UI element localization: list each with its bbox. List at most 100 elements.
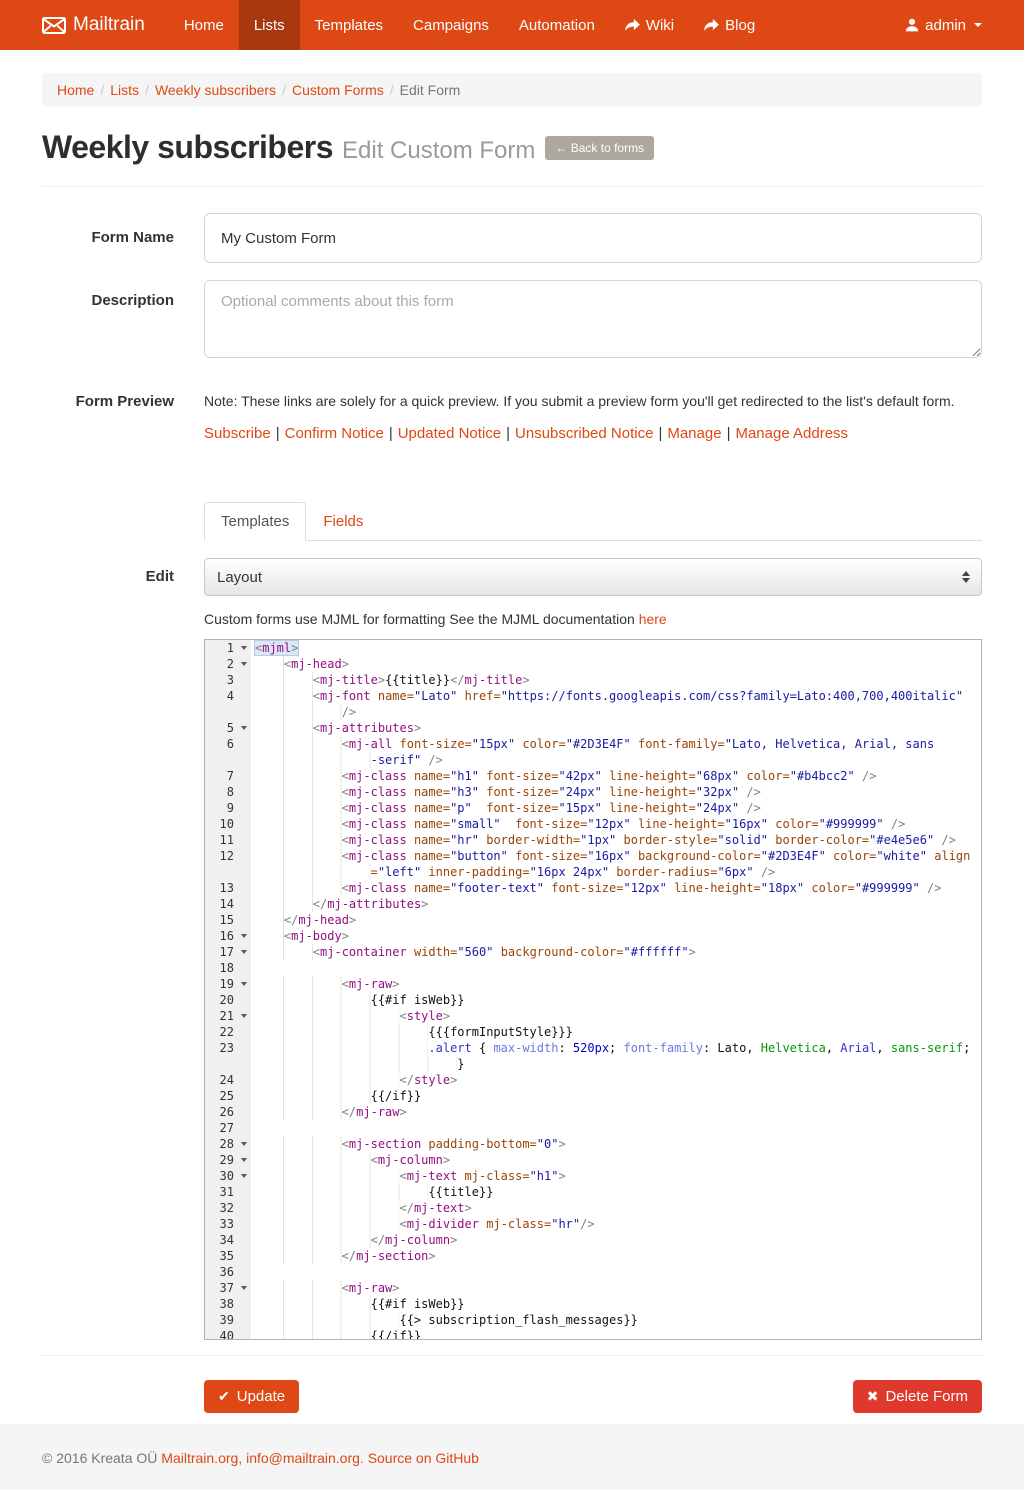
- breadcrumb-item-lists[interactable]: Lists: [110, 82, 139, 98]
- back-to-forms-button[interactable]: ← Back to forms: [545, 136, 654, 160]
- code-line: ="left" inner-padding="16px 24px" border…: [255, 864, 981, 880]
- editor-code: <mjml><mj-head><mj-title>{{title}}</mj-t…: [251, 640, 981, 1340]
- tab-templates[interactable]: Templates: [204, 502, 306, 541]
- token-attr: name=: [414, 881, 450, 895]
- token-attr: padding-bottom=: [428, 1137, 536, 1151]
- footer-link-source-on-github[interactable]: Source on GitHub: [368, 1450, 479, 1466]
- token-str: "#2D3E4F": [761, 849, 826, 863]
- mjml-help-text: Custom forms use MJML for formatting See…: [204, 611, 982, 627]
- token-b: <: [342, 833, 349, 847]
- token-tag: mjml: [262, 641, 291, 655]
- token-b: />: [746, 801, 760, 815]
- token-txt: [457, 1169, 464, 1183]
- token-attr: font-size=: [515, 817, 587, 831]
- preview-link-updated-notice[interactable]: Updated Notice: [398, 425, 501, 442]
- token-b: >: [392, 977, 399, 991]
- token-txt: }: [457, 1057, 464, 1071]
- fold-arrow-icon[interactable]: [241, 982, 247, 986]
- token-txt: [407, 849, 414, 863]
- token-txt: :: [558, 1041, 572, 1055]
- preview-link-manage[interactable]: Manage: [667, 425, 721, 442]
- fold-arrow-icon[interactable]: [241, 646, 247, 650]
- update-button[interactable]: ✔Update: [204, 1380, 299, 1413]
- line-number-20: 20: [205, 992, 251, 1008]
- token-str: "Lato, Helvetica, Arial, sans: [725, 737, 935, 751]
- indent-guide: [255, 1104, 342, 1120]
- token-txt: : Lato,: [703, 1041, 761, 1055]
- breadcrumb-separator: /: [139, 82, 155, 98]
- token-tag: mj-body: [291, 929, 342, 943]
- nav-item-home[interactable]: Home: [169, 0, 239, 50]
- preview-link-manage-address[interactable]: Manage Address: [735, 425, 848, 442]
- breadcrumb-item-weekly-subscribers[interactable]: Weekly subscribers: [155, 82, 276, 98]
- indent-guide: [255, 1008, 399, 1024]
- mjml-docs-link[interactable]: here: [639, 611, 667, 627]
- brand-label: Mailtrain: [73, 14, 145, 36]
- token-str: "#999999": [819, 817, 884, 831]
- token-str: "15px": [472, 737, 515, 751]
- edit-template-select[interactable]: Layout: [204, 558, 982, 596]
- delete-form-button[interactable]: ✖Delete Form: [853, 1380, 982, 1413]
- token-txt: [602, 801, 609, 815]
- line-number-wrap: [205, 1056, 251, 1072]
- fold-arrow-icon[interactable]: [241, 726, 247, 730]
- token-str: "h3": [450, 785, 479, 799]
- line-number-12: 12: [205, 848, 251, 864]
- nav-item-wiki[interactable]: Wiki: [610, 0, 689, 50]
- nav-item-blog[interactable]: Blog: [689, 0, 770, 50]
- indent-guide: [255, 1296, 371, 1312]
- line-number-36: 36: [205, 1264, 251, 1280]
- indent-guide: [255, 672, 313, 688]
- footer-link-info-mailtrain-org[interactable]: info@mailtrain.org: [246, 1450, 360, 1466]
- line-number-34: 34: [205, 1232, 251, 1248]
- brand-mailtrain[interactable]: Mailtrain: [42, 0, 169, 50]
- nav-item-templates[interactable]: Templates: [300, 0, 398, 50]
- fold-arrow-icon[interactable]: [241, 1286, 247, 1290]
- token-txt: {{/if}}: [371, 1089, 422, 1103]
- token-b: >: [522, 673, 529, 687]
- token-attr: name=: [414, 785, 450, 799]
- nav-item-automation[interactable]: Automation: [504, 0, 610, 50]
- page-title: Weekly subscribers: [42, 129, 333, 165]
- preview-link-confirm-notice[interactable]: Confirm Notice: [285, 425, 384, 442]
- user-menu[interactable]: admin: [905, 0, 982, 50]
- fold-arrow-icon[interactable]: [241, 1142, 247, 1146]
- tab-fields[interactable]: Fields: [306, 502, 380, 541]
- token-tag: mj-class: [349, 817, 407, 831]
- token-tag: style: [414, 1073, 450, 1087]
- fold-arrow-icon[interactable]: [241, 1014, 247, 1018]
- code-editor[interactable]: 1234567891011121314151617181920212223242…: [204, 639, 982, 1340]
- preview-link-unsubscribed-notice[interactable]: Unsubscribed Notice: [515, 425, 653, 442]
- fold-arrow-icon[interactable]: [241, 1174, 247, 1178]
- fold-arrow-icon[interactable]: [241, 950, 247, 954]
- footer-text-segment: © 2016 Kreata OÜ: [42, 1450, 161, 1466]
- fold-arrow-icon[interactable]: [241, 934, 247, 938]
- preview-link-subscribe[interactable]: Subscribe: [204, 425, 271, 442]
- breadcrumb-item-home[interactable]: Home: [57, 82, 94, 98]
- token-b: <: [399, 1217, 406, 1231]
- token-str: "15px": [558, 801, 601, 815]
- form-name-input[interactable]: [204, 213, 982, 263]
- line-number-28: 28: [205, 1136, 251, 1152]
- footer-link-mailtrain-org[interactable]: Mailtrain.org: [161, 1450, 238, 1466]
- nav-item-campaigns[interactable]: Campaigns: [398, 0, 504, 50]
- indent-guide: [255, 864, 371, 880]
- nav-item-lists[interactable]: Lists: [239, 0, 300, 50]
- token-str: "68px": [696, 769, 739, 783]
- fold-arrow-icon[interactable]: [241, 1158, 247, 1162]
- description-textarea[interactable]: [204, 280, 982, 358]
- line-number-19: 19: [205, 976, 251, 992]
- editor-gutter[interactable]: 1234567891011121314151617181920212223242…: [205, 640, 251, 1339]
- token-attr: name=: [414, 849, 450, 863]
- indent-guide: [255, 1280, 342, 1296]
- token-attr: mj-class=: [465, 1169, 530, 1183]
- link-separator: |: [653, 425, 667, 442]
- token-b: </: [371, 1233, 385, 1247]
- breadcrumb-item-edit-form: Edit Form: [400, 82, 461, 98]
- token-str: "#e4e5e6": [869, 833, 934, 847]
- fold-arrow-icon[interactable]: [241, 662, 247, 666]
- breadcrumb-item-custom-forms[interactable]: Custom Forms: [292, 82, 384, 98]
- line-number-7: 7: [205, 768, 251, 784]
- code-line: {{#if isWeb}}: [255, 992, 981, 1008]
- code-line: <mj-font name="Lato" href="https://fonts…: [255, 688, 981, 704]
